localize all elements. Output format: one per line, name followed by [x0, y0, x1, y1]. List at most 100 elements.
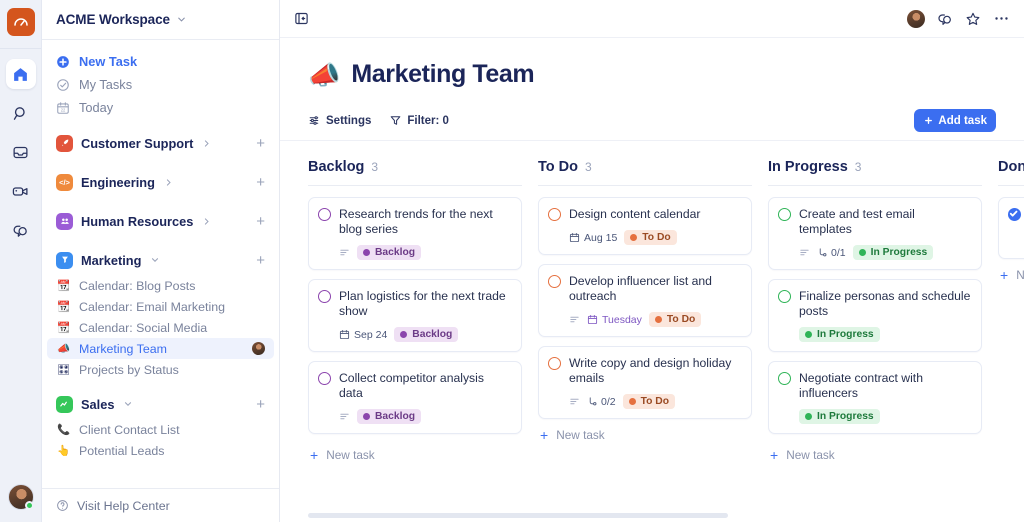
sidebar-item-label: Calendar: Social Media — [79, 320, 208, 335]
chevron-down-icon[interactable] — [150, 255, 160, 265]
sidebar-space-human-resources[interactable]: Human Resources + — [42, 206, 279, 236]
task-card[interactable]: Develop influencer list and outreach Tue… — [538, 264, 752, 337]
new-task-button-in-progress[interactable]: + New task — [768, 448, 982, 462]
column-header[interactable]: To Do 3 — [538, 159, 752, 185]
more-options-icon[interactable] — [993, 10, 1010, 27]
chevron-right-icon[interactable] — [202, 139, 211, 148]
sidebar-item-marketing-team[interactable]: 📣 Marketing Team — [47, 338, 274, 359]
workspace-logo[interactable] — [6, 8, 35, 36]
column-divider — [998, 185, 1024, 186]
workspace-switcher[interactable]: ACME Workspace — [42, 0, 279, 40]
subtask-chip[interactable]: 0/2 — [587, 396, 616, 408]
column-title: To Do — [538, 159, 578, 175]
add-to-space-button[interactable]: + — [256, 136, 265, 151]
subtask-chip[interactable]: 0/1 — [817, 247, 846, 259]
due-date-chip[interactable]: Sep 24 — [339, 329, 387, 341]
add-to-space-button[interactable]: + — [256, 175, 265, 190]
status-circle-icon[interactable] — [548, 357, 561, 370]
status-circle-icon[interactable] — [778, 208, 791, 221]
status-badge[interactable]: In Progress — [799, 327, 880, 342]
horizontal-scrollbar[interactable] — [308, 513, 1024, 518]
status-badge[interactable]: In Progress — [799, 409, 880, 424]
status-badge-label: To Do — [640, 396, 670, 407]
status-badge[interactable]: In Progress — [852, 245, 934, 260]
add-to-space-button[interactable]: + — [256, 253, 265, 268]
task-card[interactable]: Collect competitor analysis data Backlog — [308, 361, 522, 434]
add-to-space-button[interactable]: + — [256, 397, 265, 412]
due-date-chip[interactable]: Tuesday — [587, 314, 642, 326]
rail-user-avatar[interactable] — [7, 484, 34, 510]
star-icon[interactable] — [965, 11, 981, 27]
settings-button[interactable]: Settings — [308, 114, 371, 127]
new-task-button-backlog[interactable]: + New task — [308, 448, 522, 462]
task-card[interactable]: Create and test email templates 0/1 In P… — [768, 197, 982, 270]
status-circle-icon[interactable] — [318, 290, 331, 303]
status-circle-icon[interactable] — [548, 275, 561, 288]
new-task-button-done[interactable]: + New task — [998, 268, 1024, 282]
status-check-circle-icon[interactable] — [1008, 208, 1021, 221]
task-card[interactable]: Negotiate contract with influencers In P… — [768, 361, 982, 434]
avatar[interactable] — [907, 9, 925, 28]
filter-button[interactable]: Filter: 0 — [389, 114, 449, 127]
add-to-space-button[interactable]: + — [256, 214, 265, 229]
badge-dot-icon — [805, 413, 812, 420]
sidebar-item-today[interactable]: 22 Today — [42, 96, 279, 119]
card-title: Collect competitor analysis data — [339, 371, 484, 400]
task-card[interactable]: Finalize personas and schedule posts In … — [768, 279, 982, 352]
sidebar-item-calendar-social-media[interactable]: 📆 Calendar: Social Media — [42, 317, 279, 338]
status-circle-icon[interactable] — [778, 290, 791, 303]
rail-item-chat-help[interactable] — [6, 215, 36, 245]
status-circle-icon[interactable] — [778, 372, 791, 385]
sidebar-space-marketing[interactable]: Marketing + — [42, 245, 279, 275]
status-badge[interactable]: Backlog — [394, 327, 459, 342]
sidebar-space-customer-support[interactable]: Customer Support + — [42, 128, 279, 158]
status-circle-icon[interactable] — [318, 372, 331, 385]
status-badge[interactable]: To Do — [624, 230, 677, 245]
status-circle-icon[interactable] — [318, 208, 331, 221]
calendar-icon — [339, 329, 350, 340]
rail-item-clips-video[interactable] — [6, 176, 36, 206]
new-task-label: New task — [786, 448, 835, 462]
collapse-sidebar-icon[interactable] — [294, 11, 309, 26]
new-task-button-to-do[interactable]: + New task — [538, 428, 752, 442]
chevron-down-icon[interactable] — [123, 399, 133, 409]
sidebar-item-projects-by-status[interactable]: 🎛 Projects by Status — [42, 359, 279, 380]
sidebar-item-my-tasks[interactable]: My Tasks — [42, 73, 279, 96]
column-header[interactable]: In Progress 3 — [768, 159, 982, 185]
sidebar-item-potential-leads[interactable]: 👆 Potential Leads — [42, 440, 279, 461]
sidebar-space-engineering[interactable]: </> Engineering + — [42, 167, 279, 197]
rail-item-inbox[interactable] — [6, 137, 36, 167]
sidebar-item-calendar-email-marketing[interactable]: 📆 Calendar: Email Marketing — [42, 296, 279, 317]
comment-icon[interactable] — [937, 11, 953, 27]
card-meta: Aug 15 To Do — [548, 230, 741, 245]
status-badge[interactable]: To Do — [648, 312, 702, 327]
add-task-button[interactable]: Add task — [914, 109, 996, 132]
chevron-right-icon[interactable] — [164, 178, 173, 187]
sidebar-item-new-task[interactable]: New Task — [42, 50, 279, 73]
due-date-chip[interactable]: Aug 15 — [569, 232, 617, 244]
sidebar-help-center[interactable]: Visit Help Center — [42, 488, 279, 522]
rail-item-home[interactable] — [5, 59, 36, 89]
task-card[interactable]: Plan logistics for the next trade show S… — [308, 279, 522, 352]
column-header[interactable]: Backlog 3 — [308, 159, 522, 185]
rail-item-search[interactable] — [6, 98, 36, 128]
task-card[interactable]: Write copy and design holiday emails 0/2 — [538, 346, 752, 419]
sidebar-item-label: Today — [79, 100, 114, 115]
task-card[interactable]: Design content calendar Aug 15 To Do — [538, 197, 752, 255]
sidebar-item-client-contact-list[interactable]: 📞 Client Contact List — [42, 419, 279, 440]
status-badge[interactable]: Backlog — [357, 409, 422, 424]
column-title: Backlog — [308, 159, 365, 175]
sidebar-item-calendar-blog-posts[interactable]: 📆 Calendar: Blog Posts — [42, 275, 279, 296]
status-circle-icon[interactable] — [548, 208, 561, 221]
task-card[interactable] — [998, 197, 1024, 259]
chevron-right-icon[interactable] — [202, 217, 211, 226]
column-header[interactable]: Done — [998, 159, 1024, 185]
sidebar-space-sales[interactable]: Sales + — [42, 389, 279, 419]
status-badge[interactable]: Backlog — [357, 245, 422, 260]
card-top: Finalize personas and schedule posts — [778, 289, 971, 319]
scrollbar-thumb[interactable] — [308, 513, 728, 518]
card-meta: In Progress — [778, 327, 971, 342]
status-badge[interactable]: To Do — [622, 394, 676, 409]
avatar — [252, 342, 265, 355]
task-card[interactable]: Research trends for the next blog series… — [308, 197, 522, 270]
